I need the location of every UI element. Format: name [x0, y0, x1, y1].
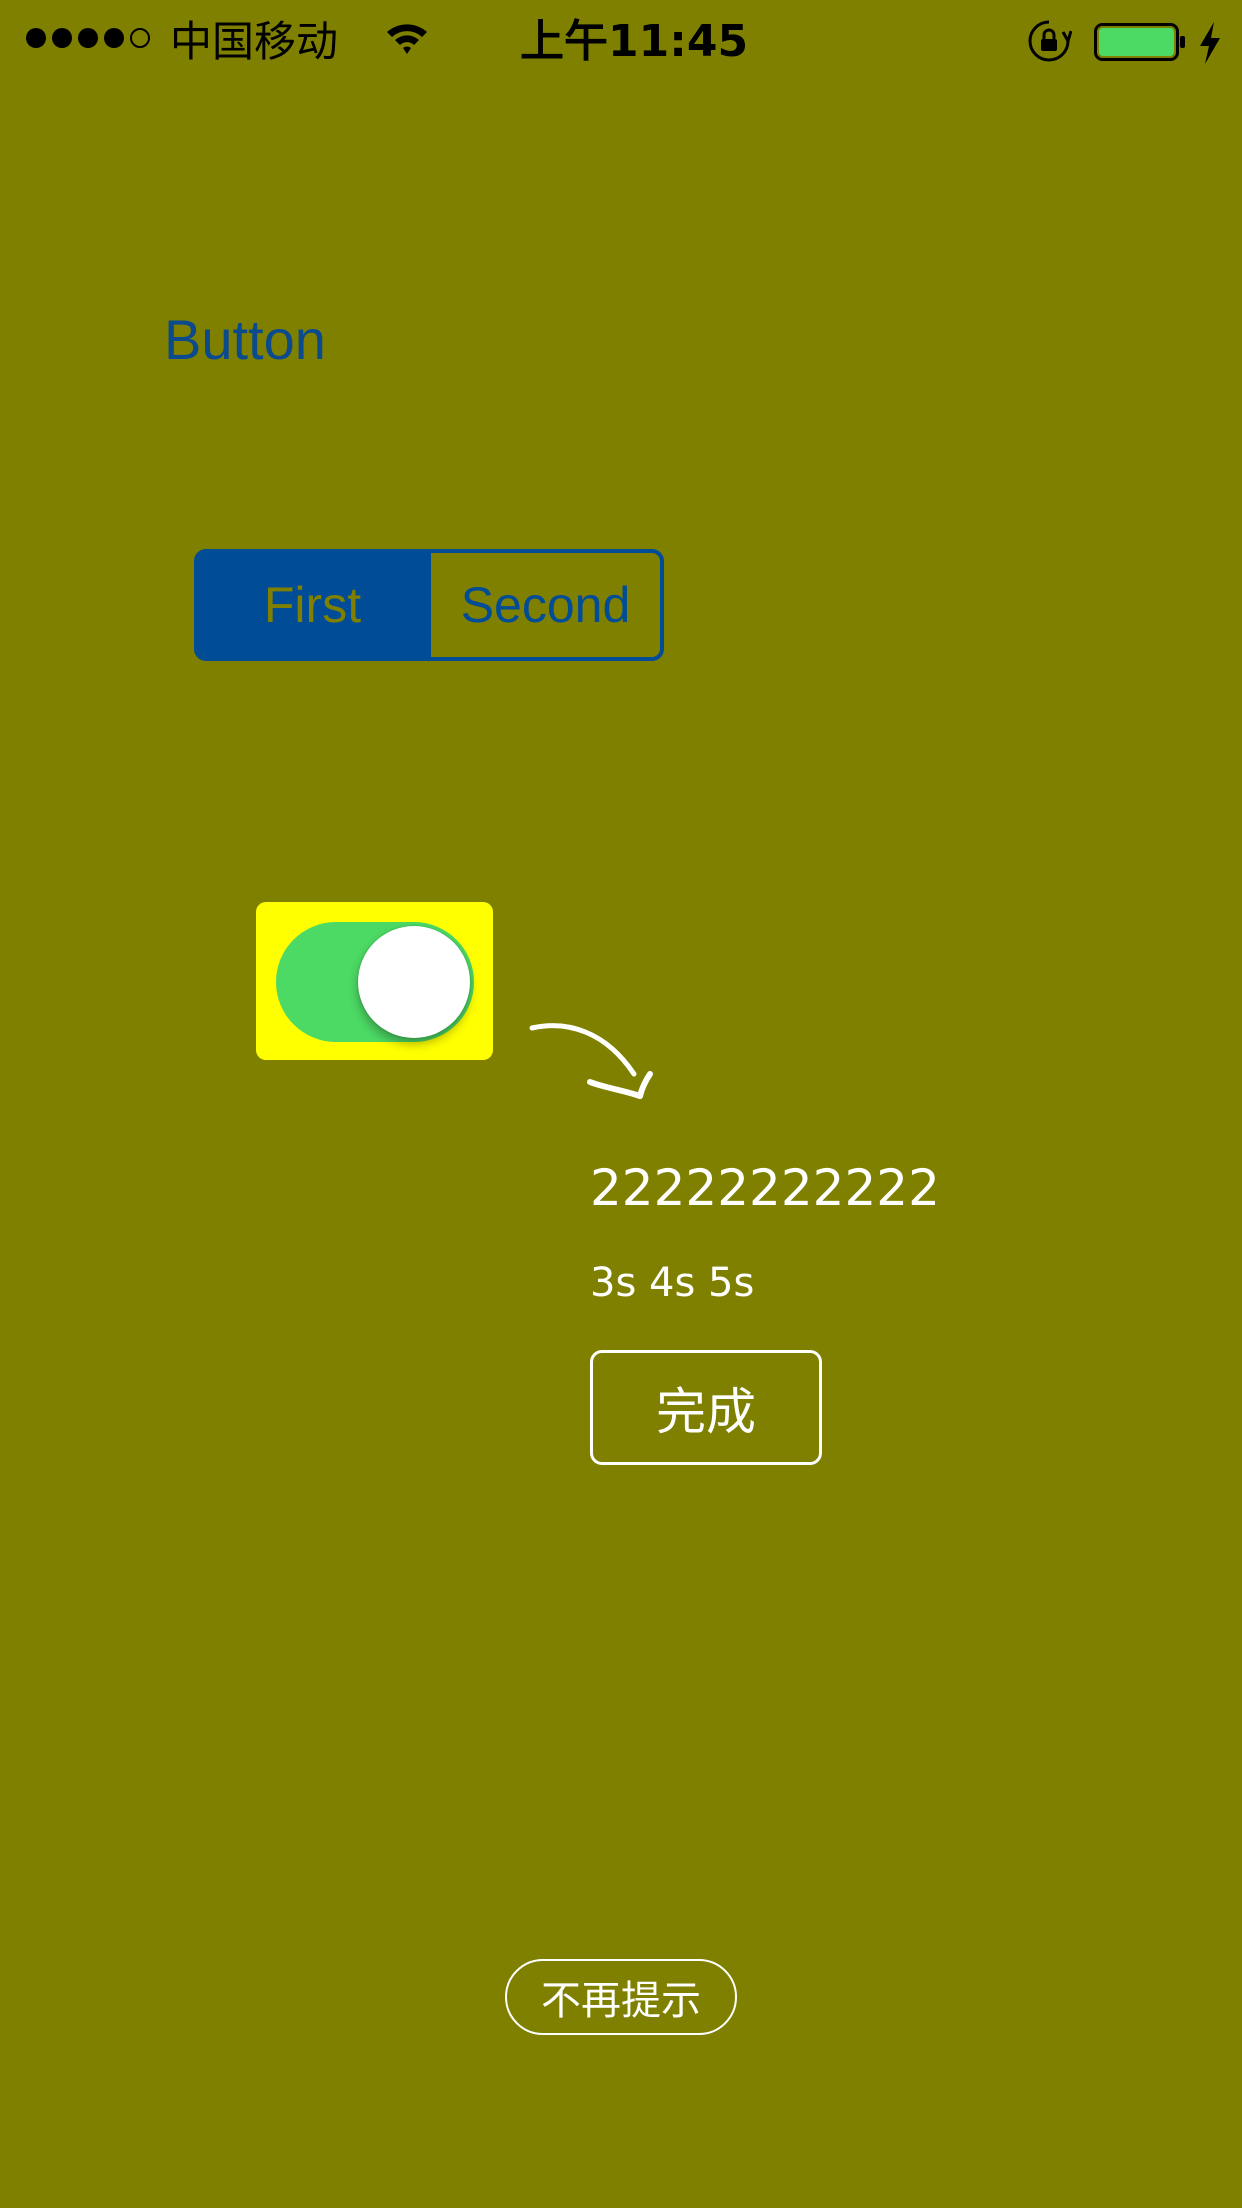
done-button[interactable]: 完成: [590, 1350, 822, 1465]
curved-arrow-icon: [529, 1023, 653, 1099]
toggle-switch[interactable]: [276, 922, 474, 1042]
signal-dot: [52, 28, 72, 48]
segmented-control: First Second: [194, 549, 664, 661]
segment-first[interactable]: First: [198, 553, 427, 657]
signal-dot: [104, 28, 124, 48]
rotation-lock-icon: [1028, 20, 1072, 62]
app-screen: 中国移动 上午11:45 Button First Second 2222222…: [0, 0, 1242, 2208]
signal-strength-icon: [26, 28, 150, 48]
no-remind-button[interactable]: 不再提示: [505, 1959, 737, 2035]
countdown-text: 3s 4s 5s: [590, 1260, 755, 1306]
switch-knob: [358, 926, 470, 1038]
charging-bolt-icon: [1200, 22, 1220, 64]
number-text: 22222222222: [590, 1159, 940, 1217]
wifi-icon: [387, 24, 427, 54]
button[interactable]: Button: [164, 300, 326, 380]
battery-icon: [1094, 23, 1185, 61]
signal-dot: [26, 28, 46, 48]
signal-dot-empty: [130, 28, 150, 48]
signal-dot: [78, 28, 98, 48]
status-bar: 中国移动 上午11:45: [0, 0, 1242, 84]
status-time: 上午11:45: [520, 16, 749, 67]
carrier-name: 中国移动: [170, 17, 339, 66]
segment-second[interactable]: Second: [427, 553, 660, 657]
